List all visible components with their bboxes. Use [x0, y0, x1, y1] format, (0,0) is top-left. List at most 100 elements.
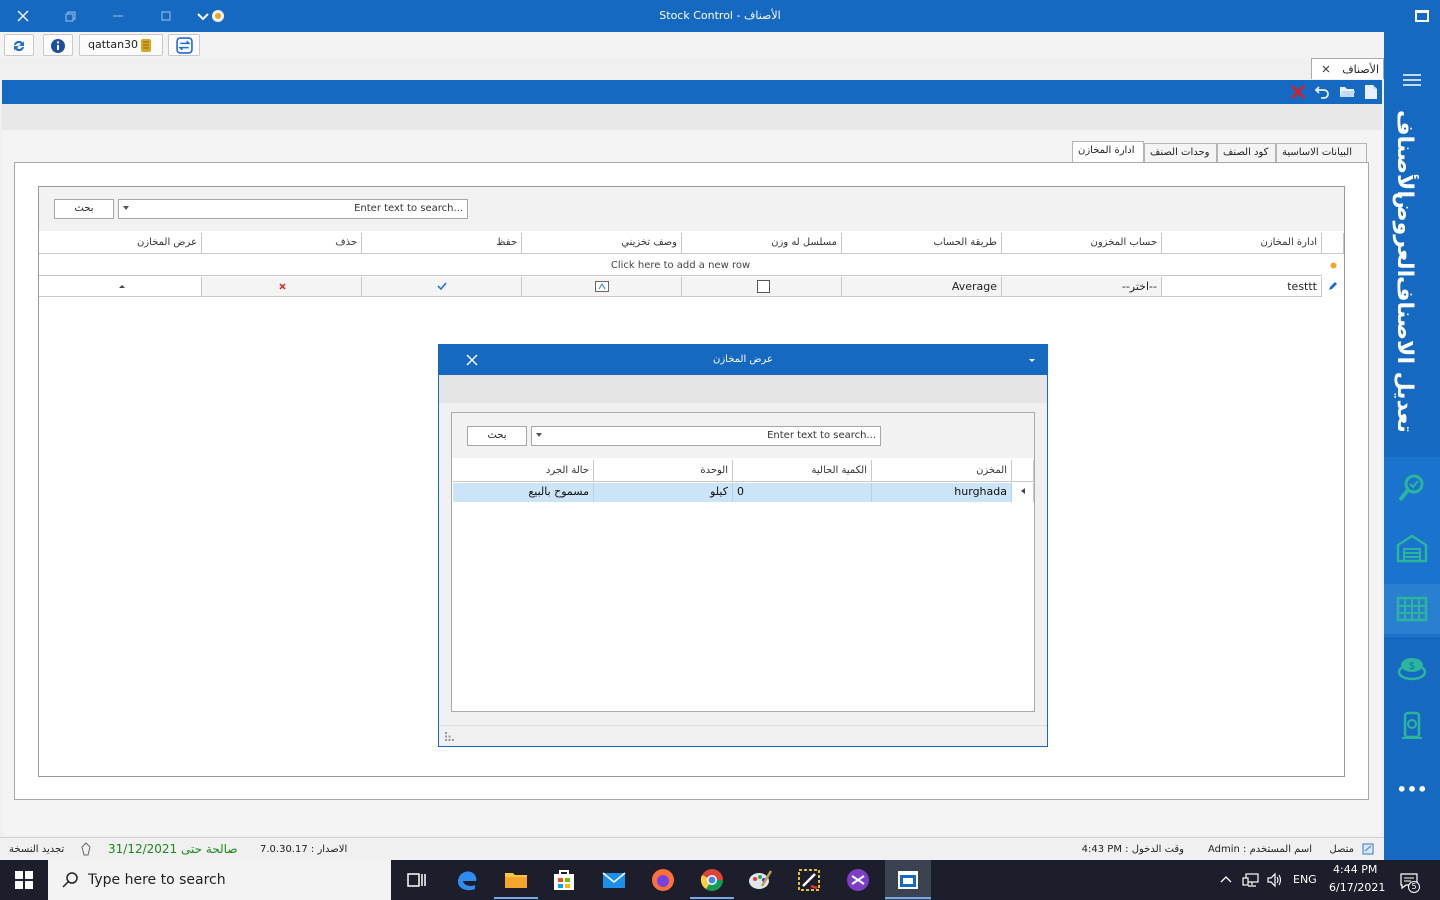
cell-calc-method[interactable]: Average	[842, 277, 1002, 297]
dialog-search-dropdown-icon[interactable]	[536, 433, 542, 437]
task-view-icon[interactable]	[402, 866, 430, 894]
nav-items-label[interactable]: الأصناف	[1392, 110, 1417, 198]
resize-grip-icon[interactable]	[445, 732, 454, 741]
dialog-cell-unit[interactable]: كيلو	[594, 483, 733, 502]
cell-show-stores[interactable]	[39, 277, 202, 297]
title-bar: Stock Control - الأصناف	[0, 0, 1440, 32]
cell-store-name[interactable]: testtt	[1162, 277, 1322, 297]
network-icon[interactable]	[1242, 872, 1260, 888]
column-header[interactable]: حساب المخزون	[1002, 233, 1162, 254]
search-button[interactable]: بحث	[54, 199, 114, 219]
dialog-menu-icon[interactable]	[1029, 359, 1035, 362]
delete-x-icon[interactable]	[279, 283, 286, 290]
open-folder-icon[interactable]	[1339, 84, 1356, 99]
taskbar-search[interactable]: Type here to search	[48, 860, 391, 900]
windows-start-icon[interactable]	[15, 871, 33, 889]
refresh-icon	[14, 40, 24, 52]
dialog-row-indicator-header	[1012, 460, 1034, 482]
search-input[interactable]: Enter text to search...	[118, 199, 468, 219]
serial-weight-checkbox[interactable]	[757, 280, 770, 293]
chrome-icon[interactable]	[698, 866, 726, 894]
status-user: Admin : اسم المستخدم	[1207, 844, 1312, 855]
dialog-cell-status[interactable]: مسموح بالبيع	[453, 483, 594, 502]
column-header[interactable]: ادارة المخازن	[1162, 233, 1322, 254]
cell-save[interactable]	[362, 277, 522, 297]
refresh-button[interactable]	[4, 34, 34, 56]
doc-tab-label: الأصناف	[1342, 63, 1379, 76]
user-button[interactable]: qattan30	[79, 34, 163, 56]
mobile-icon[interactable]	[1396, 710, 1428, 742]
store-icon[interactable]	[550, 866, 578, 894]
search-placeholder: Enter text to search...	[354, 203, 463, 214]
side-navigation: الأصناف العروض تعديل الاصناف $ •••	[1384, 32, 1440, 860]
close-icon[interactable]	[15, 8, 31, 24]
tab-basic-data[interactable]: البيانات الاساسية	[1276, 143, 1367, 163]
tab-store-management[interactable]: ادارة المخازن	[1072, 141, 1144, 163]
info-button[interactable]	[43, 34, 73, 56]
money-icon[interactable]: $	[1396, 652, 1428, 684]
warehouse-icon[interactable]	[1396, 532, 1428, 564]
column-header[interactable]: وصف تخزيني	[522, 233, 682, 254]
cell-delete[interactable]	[202, 277, 362, 297]
chevron-down-icon[interactable]	[195, 8, 211, 24]
mail-icon[interactable]	[600, 866, 628, 894]
status-login-time: 4:43 PM : وقت الدخول	[1081, 844, 1184, 855]
column-header[interactable]: حذف	[202, 233, 362, 254]
dropdown-arrow-icon[interactable]	[119, 285, 125, 288]
restore-icon[interactable]	[62, 8, 78, 24]
tab-item-code[interactable]: كود الصنف	[1217, 143, 1276, 163]
paint-icon[interactable]	[746, 866, 774, 894]
shelves-icon[interactable]	[1396, 592, 1428, 624]
volume-icon[interactable]	[1266, 872, 1282, 888]
column-header[interactable]: مسلسل له وزن	[682, 233, 842, 254]
new-document-icon[interactable]	[1364, 84, 1378, 100]
column-header[interactable]: طريقة الحساب	[842, 233, 1002, 254]
stock-control-app-icon[interactable]	[894, 866, 922, 894]
close-tab-icon[interactable]	[1322, 65, 1330, 73]
nav-offers-label[interactable]: العروض	[1392, 192, 1417, 277]
switch-button[interactable]	[168, 34, 200, 56]
minimize-icon[interactable]	[110, 8, 126, 24]
dialog-search-button[interactable]: بحث	[467, 426, 527, 446]
maximize-icon[interactable]	[158, 8, 174, 24]
dialog-cell-store[interactable]: hurghada	[872, 483, 1012, 502]
language-indicator[interactable]: ENG	[1293, 873, 1317, 886]
cell-stock-account[interactable]: --اختر--	[1002, 277, 1162, 297]
dialog-column-header[interactable]: الوحدة	[594, 460, 733, 482]
dialog-search-input[interactable]: Enter text to search...	[531, 426, 881, 446]
doc-tab-items[interactable]: الأصناف	[1311, 58, 1384, 79]
memo-icon[interactable]	[595, 281, 609, 292]
dialog-column-header[interactable]: المخزن	[872, 460, 1012, 482]
column-header[interactable]: حفظ	[362, 233, 522, 254]
dialog-column-header[interactable]: حالة الجرد	[453, 460, 594, 482]
cell-storage-desc[interactable]	[522, 277, 682, 297]
tray-chevron-up-icon[interactable]	[1219, 873, 1233, 887]
add-new-row[interactable]: Click here to add a new row	[39, 255, 1322, 276]
cell-serial-weight[interactable]	[682, 277, 842, 297]
dialog-strip	[439, 375, 1047, 403]
undo-icon[interactable]	[1314, 84, 1330, 100]
renew-link[interactable]: تجديد النسخة	[9, 844, 64, 855]
file-explorer-icon[interactable]	[502, 866, 530, 894]
window-menu-icon[interactable]	[1414, 8, 1430, 24]
dialog-column-header[interactable]: الكمية الحالية	[733, 460, 872, 482]
dialog-cell-qty[interactable]: 0	[733, 483, 872, 502]
more-icon[interactable]: •••	[1384, 780, 1440, 799]
clock-time[interactable]: 4:44 PM	[1333, 863, 1377, 876]
license-icon[interactable]	[80, 842, 92, 856]
save-check-icon[interactable]	[437, 282, 447, 291]
edge-icon[interactable]	[453, 866, 481, 894]
search-stock-icon[interactable]	[1396, 472, 1428, 504]
search-dropdown-icon[interactable]	[123, 206, 129, 210]
clock-date[interactable]: 6/17/2021	[1329, 881, 1385, 894]
delete-record-icon[interactable]	[1290, 84, 1306, 100]
tools-icon[interactable]	[795, 866, 823, 894]
dialog-row-indicator	[1012, 483, 1034, 502]
tab-item-units[interactable]: وحدات الصنف	[1144, 143, 1217, 163]
hamburger-menu-icon[interactable]	[1402, 72, 1422, 88]
visual-studio-icon[interactable]	[844, 866, 872, 894]
column-header[interactable]: عرض المخازن	[39, 233, 202, 254]
firefox-icon[interactable]	[649, 866, 677, 894]
nav-edit-items-label[interactable]: تعديل الاصناف	[1392, 276, 1417, 433]
dialog-search-placeholder: Enter text to search...	[767, 430, 876, 441]
